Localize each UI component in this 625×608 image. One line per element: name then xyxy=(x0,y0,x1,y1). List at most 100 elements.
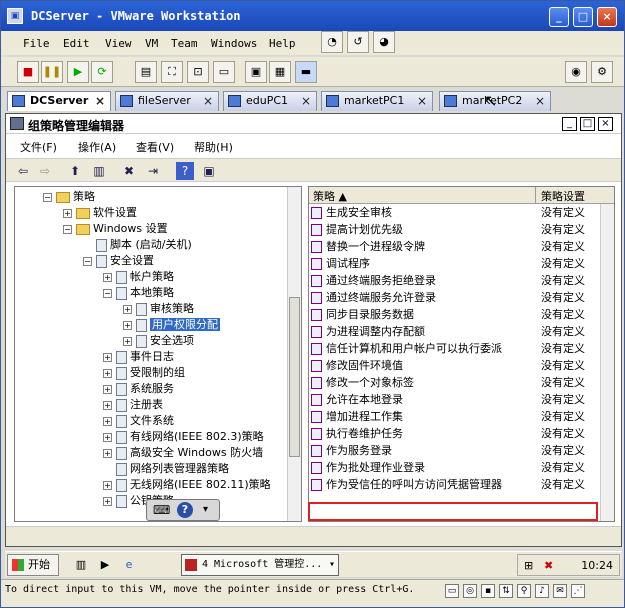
policy-row[interactable]: 修改固件环境值 没有定义 xyxy=(311,357,596,374)
collapse-icon[interactable]: − xyxy=(103,288,112,298)
expand-icon[interactable]: + xyxy=(123,320,132,330)
gp-minimize-button[interactable]: _ xyxy=(562,117,577,131)
policy-row[interactable]: 提高计划优先级 没有定义 xyxy=(311,221,596,238)
help-icon[interactable]: ? xyxy=(176,162,194,180)
show-tree-icon[interactable]: ▥ xyxy=(90,162,108,180)
policy-row[interactable]: 调试程序 没有定义 xyxy=(311,255,596,272)
collapse-icon[interactable]: − xyxy=(63,224,72,234)
menu-edit[interactable]: Edit xyxy=(63,37,90,50)
expand-icon[interactable]: + xyxy=(103,400,112,410)
policy-row[interactable]: 通过终端服务允许登录 没有定义 xyxy=(311,289,596,306)
back-arrow-icon[interactable]: ⇦ xyxy=(14,162,32,180)
policy-row[interactable]: 允许在本地登录 没有定义 xyxy=(311,391,596,408)
quick-switch-icon[interactable]: ⊡ xyxy=(187,61,209,83)
keyboard-icon[interactable]: ⌨ xyxy=(153,503,170,517)
tab-fileserver[interactable]: fileServer × xyxy=(115,91,219,111)
ie-icon[interactable]: e xyxy=(121,557,137,573)
power-off-icon[interactable]: ■ xyxy=(17,61,39,83)
policy-row[interactable]: 修改一个对象标签 没有定义 xyxy=(311,374,596,391)
server-manager-icon[interactable]: ▥ xyxy=(73,557,89,573)
help-circle-icon[interactable]: ? xyxy=(177,502,193,518)
column-header-setting[interactable]: 策略设置 xyxy=(541,188,585,204)
network-adapter-icon[interactable]: ⇅ xyxy=(499,584,513,598)
usb-icon[interactable]: ⚲ xyxy=(517,584,531,598)
clock[interactable]: 10:24 xyxy=(581,559,613,572)
power-on-icon[interactable]: ▶ xyxy=(67,61,89,83)
gp-titlebar[interactable]: 组策略管理编辑器 _ □ × xyxy=(6,114,621,134)
gp-close-button[interactable]: × xyxy=(598,117,613,131)
network-icon[interactable]: ⊞ xyxy=(524,559,533,572)
collapse-icon[interactable]: − xyxy=(83,256,92,266)
vm-titlebar[interactable]: ▣ DCServer - VMware Workstation _ □ × xyxy=(1,1,624,31)
message-icon[interactable]: ✉ xyxy=(553,584,567,598)
tree-node[interactable]: + 注册表 xyxy=(15,397,287,413)
policy-row[interactable]: 为进程调整内存配额 没有定义 xyxy=(311,323,596,340)
menu-windows[interactable]: Windows xyxy=(211,37,257,50)
tree-node[interactable]: 网络列表管理器策略 xyxy=(15,461,287,477)
tree-node[interactable]: + 事件日志 xyxy=(15,349,287,365)
menu-file[interactable]: File xyxy=(23,37,50,50)
tab-dcserver[interactable]: DCServer × xyxy=(7,91,111,111)
tree-node[interactable]: + 帐户策略 xyxy=(15,269,287,285)
scroll-thumb[interactable] xyxy=(289,297,300,457)
tree-node[interactable]: 脚本 (启动/关机) xyxy=(15,237,287,253)
list-pane[interactable]: 策略 ▲ 策略设置 生成安全审核 没有定义 提高计划优先级 没有定义 替换一个进程级令牌… xyxy=(308,186,615,522)
menu-view[interactable]: View xyxy=(105,37,132,50)
expand-icon[interactable]: + xyxy=(123,304,132,314)
close-button[interactable]: × xyxy=(597,7,617,27)
menu-team[interactable]: Team xyxy=(171,37,198,50)
expand-icon[interactable]: + xyxy=(103,384,112,394)
reset-icon[interactable]: ⟳ xyxy=(91,61,113,83)
tab-close-icon[interactable]: × xyxy=(203,92,213,110)
column-header-policy[interactable]: 策略 ▲ xyxy=(313,188,347,204)
expand-icon[interactable]: + xyxy=(103,352,112,362)
powershell-icon[interactable]: ▶ xyxy=(97,557,113,573)
menu-vm[interactable]: VM xyxy=(145,37,158,50)
expand-icon[interactable]: + xyxy=(103,448,112,458)
snapshot-icon[interactable]: ◔ xyxy=(321,31,343,53)
gp-menu-help[interactable]: 帮助(H) xyxy=(194,139,233,155)
sidebar-toggle-icon[interactable]: ▤ xyxy=(135,61,157,83)
snapshot-manager-icon[interactable]: ◕ xyxy=(373,31,395,53)
tree-node[interactable]: + 高级安全 Windows 防火墙 xyxy=(15,445,287,461)
policy-row[interactable]: 信任计算机和用户帐户可以执行委派 没有定义 xyxy=(311,340,596,357)
policy-row[interactable]: 通过终端服务拒绝登录 没有定义 xyxy=(311,272,596,289)
maximize-button[interactable]: □ xyxy=(573,7,593,27)
expand-icon[interactable]: + xyxy=(63,208,72,218)
tree-scrollbar[interactable] xyxy=(287,187,301,521)
floppy-icon[interactable]: ▪ xyxy=(481,584,495,598)
expand-icon[interactable]: + xyxy=(103,432,112,442)
fullscreen-icon[interactable]: ⛶ xyxy=(161,61,183,83)
policy-row[interactable]: 作为受信任的呼叫方访问凭据管理器 没有定义 xyxy=(311,476,596,493)
start-button[interactable]: 开始 xyxy=(7,554,59,576)
list-scrollbar[interactable] xyxy=(600,204,614,521)
tab-close-icon[interactable]: × xyxy=(95,92,105,110)
minimize-button[interactable]: _ xyxy=(549,7,569,27)
policy-row[interactable]: 作为批处理作业登录 没有定义 xyxy=(311,459,596,476)
taskbar-item-mmc[interactable]: 4 Microsoft 管理控... ▾ xyxy=(181,554,339,576)
expand-icon[interactable]: + xyxy=(103,496,112,506)
guest-screen[interactable]: 组策略管理编辑器 _ □ × 文件(F) 操作(A) 查看(V) 帮助(H) ⇦… xyxy=(5,113,622,547)
tree-node[interactable]: + 文件系统 xyxy=(15,413,287,429)
tab-close-icon[interactable]: × xyxy=(301,92,311,110)
policy-row[interactable]: 作为服务登录 没有定义 xyxy=(311,442,596,459)
unity-icon[interactable]: ▭ xyxy=(213,61,235,83)
policy-row[interactable]: 替换一个进程级令牌 没有定义 xyxy=(311,238,596,255)
policy-row[interactable]: 执行卷维护任务 没有定义 xyxy=(311,425,596,442)
tab-marketpc1[interactable]: marketPC1 × xyxy=(321,91,433,111)
up-folder-icon[interactable]: ⬆ xyxy=(66,162,84,180)
column-divider[interactable] xyxy=(535,187,536,203)
gp-menu-action[interactable]: 操作(A) xyxy=(78,139,116,155)
tabs-view-icon[interactable]: ▬ xyxy=(295,61,317,83)
console-view-icon[interactable]: ▣ xyxy=(245,61,267,83)
tree-pane[interactable]: − 策略 + 软件设置 − Windows 设置 脚本 (启动/关机) − 安全设置 + 帐户策略 −… xyxy=(14,186,302,522)
tab-close-icon[interactable]: × xyxy=(535,92,545,110)
tree-node[interactable]: − 策略 xyxy=(15,189,287,205)
expand-icon[interactable]: + xyxy=(103,272,112,282)
expand-icon[interactable]: + xyxy=(123,336,132,346)
forward-arrow-icon[interactable]: ⇨ xyxy=(36,162,54,180)
policy-row[interactable]: 增加进程工作集 没有定义 xyxy=(311,408,596,425)
tree-node[interactable]: + 受限制的组 xyxy=(15,365,287,381)
policy-row[interactable]: 同步目录服务数据 没有定义 xyxy=(311,306,596,323)
tree-node[interactable]: − 本地策略 xyxy=(15,285,287,301)
